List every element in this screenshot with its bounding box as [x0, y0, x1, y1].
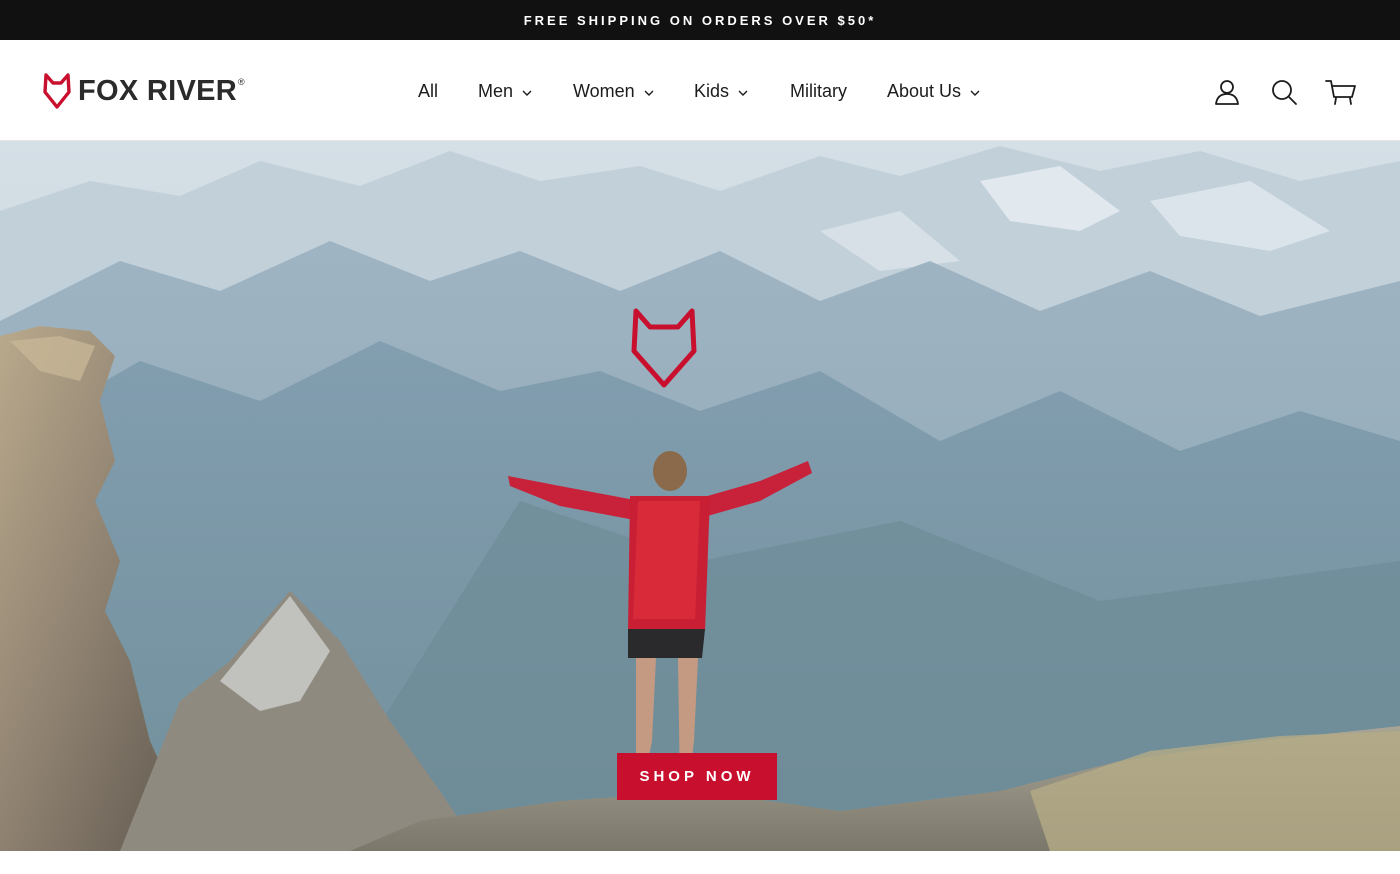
- shop-now-button[interactable]: SHOP NOW: [617, 753, 777, 800]
- nav-item-label: About Us: [887, 80, 962, 101]
- cart-button[interactable]: [1325, 76, 1357, 108]
- site-header: FOX RIVER ® All Men Women Kids Military: [0, 40, 1400, 141]
- nav-item-label: Kids: [694, 80, 730, 101]
- nav-item-military[interactable]: Military: [790, 78, 847, 104]
- main-nav: All Men Women Kids Military About Us: [0, 40, 1400, 141]
- mountain-scene-image: [0, 141, 1400, 851]
- nav-item-all[interactable]: All: [418, 78, 438, 104]
- search-button[interactable]: [1268, 76, 1300, 108]
- announcement-text: FREE SHIPPING ON ORDERS OVER $50*: [523, 12, 877, 28]
- nav-item-women[interactable]: Women: [573, 78, 654, 104]
- nav-item-label: Military: [790, 80, 847, 101]
- announcement-bar: FREE SHIPPING ON ORDERS OVER $50*: [0, 0, 1400, 40]
- search-icon: [1272, 80, 1297, 105]
- chevron-down-icon: [970, 81, 980, 102]
- cart-icon: [1325, 80, 1356, 105]
- nav-item-label: Men: [478, 80, 514, 101]
- account-button[interactable]: [1211, 76, 1243, 108]
- nav-item-label: All: [418, 80, 439, 101]
- page-content-start: [0, 851, 1400, 874]
- nav-item-kids[interactable]: Kids: [694, 78, 748, 104]
- fox-head-logo-icon: [631, 308, 697, 388]
- nav-item-men[interactable]: Men: [478, 78, 532, 104]
- hero-banner: SHOP NOW: [0, 141, 1400, 851]
- account-icon: [1215, 80, 1239, 105]
- chevron-down-icon: [522, 81, 532, 102]
- nav-item-label: Women: [573, 80, 635, 101]
- nav-item-about-us[interactable]: About Us: [887, 78, 980, 104]
- chevron-down-icon: [738, 81, 748, 102]
- chevron-down-icon: [644, 81, 654, 102]
